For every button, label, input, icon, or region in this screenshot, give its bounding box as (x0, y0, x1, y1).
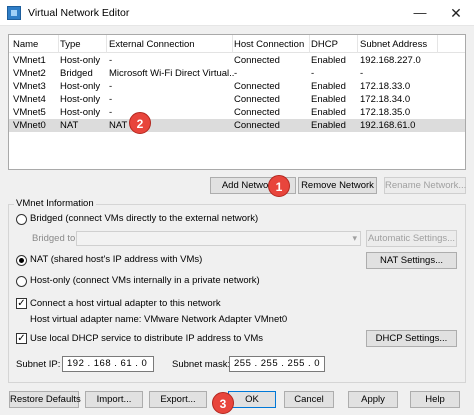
cell-dhcp: Enabled (311, 94, 346, 105)
column-header-subnet-address[interactable]: Subnet Address (360, 39, 460, 51)
restore-defaults-button[interactable]: Restore Defaults (9, 391, 81, 408)
chevron-down-icon: ▾ (352, 233, 357, 243)
callout-badge-3: 3 (212, 392, 234, 414)
cell-dhcp: Enabled (311, 120, 346, 131)
cell-type: Host-only (60, 55, 101, 66)
column-header-external-connection[interactable]: External Connection (109, 39, 234, 51)
cell-host: Connected (234, 120, 280, 131)
cell-host: Connected (234, 55, 280, 66)
column-header-name[interactable]: Name (13, 39, 57, 51)
table-row[interactable]: VMnet3 Host-only - Connected Enabled 172… (9, 80, 465, 93)
cell-host: Connected (234, 94, 280, 105)
cell-type: Host-only (60, 107, 101, 118)
cell-type: Bridged (60, 68, 93, 79)
vmware-app-icon (7, 6, 21, 20)
table-row[interactable]: VMnet1 Host-only - Connected Enabled 192… (9, 54, 465, 67)
cell-subnet: - (360, 68, 364, 79)
list-header: Name Type External Connection Host Conne… (9, 35, 465, 53)
cell-name: VMnet0 (13, 120, 46, 131)
bridged-to-label: Bridged to: (32, 233, 78, 244)
cell-external: NAT (109, 120, 128, 131)
bridged-radio[interactable] (16, 214, 27, 225)
host-only-option-label[interactable]: Host-only (connect VMs internally in a p… (30, 275, 260, 286)
cell-type: NAT (60, 120, 79, 131)
cell-host: - (234, 68, 238, 79)
cancel-button[interactable]: Cancel (284, 391, 334, 408)
automatic-settings-button[interactable]: Automatic Settings... (366, 230, 457, 247)
remove-network-button[interactable]: Remove Network (298, 177, 377, 194)
table-row[interactable]: VMnet4 Host-only - Connected Enabled 172… (9, 93, 465, 106)
import-button[interactable]: Import... (85, 391, 143, 408)
use-dhcp-checkbox[interactable]: ✓ (16, 333, 27, 344)
vmnet-information-label: VMnet Information (14, 198, 96, 209)
cell-subnet: 172.18.35.0 (360, 107, 411, 118)
cell-external: - (109, 94, 113, 105)
cell-dhcp: Enabled (311, 107, 346, 118)
minimize-button[interactable]: — (402, 0, 438, 26)
table-row-selected[interactable]: VMnet0 NAT NAT Connected Enabled 192.168… (9, 119, 465, 132)
cell-type: Host-only (60, 81, 101, 92)
apply-button[interactable]: Apply (348, 391, 398, 408)
callout-badge-1: 1 (268, 175, 290, 197)
cell-subnet: 192.168.61.0 (360, 120, 416, 131)
cell-type: Host-only (60, 94, 101, 105)
cell-dhcp: - (311, 68, 315, 79)
cell-external: Microsoft Wi-Fi Direct Virtual... (109, 68, 234, 79)
export-button[interactable]: Export... (149, 391, 207, 408)
callout-badge-2: 2 (129, 112, 151, 134)
cell-host: Connected (234, 81, 280, 92)
connect-adapter-label[interactable]: Connect a host virtual adapter to this n… (30, 298, 221, 309)
cell-name: VMnet2 (13, 68, 46, 79)
nat-radio[interactable] (16, 255, 27, 266)
cell-external: - (109, 55, 113, 66)
column-header-host-connection[interactable]: Host Connection (234, 39, 309, 51)
subnet-ip-input[interactable]: 192 . 168 . 61 . 0 (62, 356, 154, 372)
adapter-name-text: Host virtual adapter name: VMware Networ… (30, 314, 288, 325)
title-bar: Virtual Network Editor — ✕ (0, 0, 474, 26)
cell-subnet: 172.18.34.0 (360, 94, 411, 105)
dhcp-settings-button[interactable]: DHCP Settings... (366, 330, 457, 347)
cell-subnet: 192.168.227.0 (360, 55, 421, 66)
window-title: Virtual Network Editor (28, 7, 130, 19)
cell-dhcp: Enabled (311, 81, 346, 92)
close-button[interactable]: ✕ (438, 0, 474, 26)
table-row[interactable]: VMnet5 Host-only - Connected Enabled 172… (9, 106, 465, 119)
subnet-mask-label: Subnet mask: (172, 359, 231, 370)
subnet-mask-input[interactable]: 255 . 255 . 255 . 0 (229, 356, 325, 372)
cell-name: VMnet5 (13, 107, 46, 118)
column-header-dhcp[interactable]: DHCP (311, 39, 357, 51)
cell-external: - (109, 81, 113, 92)
subnet-ip-label: Subnet IP: (16, 359, 61, 370)
cell-dhcp: Enabled (311, 55, 346, 66)
cell-name: VMnet4 (13, 94, 46, 105)
cell-name: VMnet3 (13, 81, 46, 92)
cell-name: VMnet1 (13, 55, 46, 66)
help-button[interactable]: Help (410, 391, 460, 408)
nat-settings-button[interactable]: NAT Settings... (366, 252, 457, 269)
cell-host: Connected (234, 107, 280, 118)
use-dhcp-label[interactable]: Use local DHCP service to distribute IP … (30, 333, 263, 344)
bridged-option-label[interactable]: Bridged (connect VMs directly to the ext… (30, 213, 258, 224)
column-header-type[interactable]: Type (60, 39, 104, 51)
rename-network-button[interactable]: Rename Network... (384, 177, 466, 194)
bridged-to-select[interactable]: ▾ (76, 231, 361, 246)
cell-external: - (109, 107, 113, 118)
table-row[interactable]: VMnet2 Bridged Microsoft Wi-Fi Direct Vi… (9, 67, 465, 80)
host-only-radio[interactable] (16, 276, 27, 287)
nat-option-label[interactable]: NAT (shared host's IP address with VMs) (30, 254, 202, 265)
ok-button[interactable]: OK (228, 391, 276, 408)
network-list[interactable]: Name Type External Connection Host Conne… (8, 34, 466, 170)
cell-subnet: 172.18.33.0 (360, 81, 411, 92)
connect-adapter-checkbox[interactable]: ✓ (16, 298, 27, 309)
